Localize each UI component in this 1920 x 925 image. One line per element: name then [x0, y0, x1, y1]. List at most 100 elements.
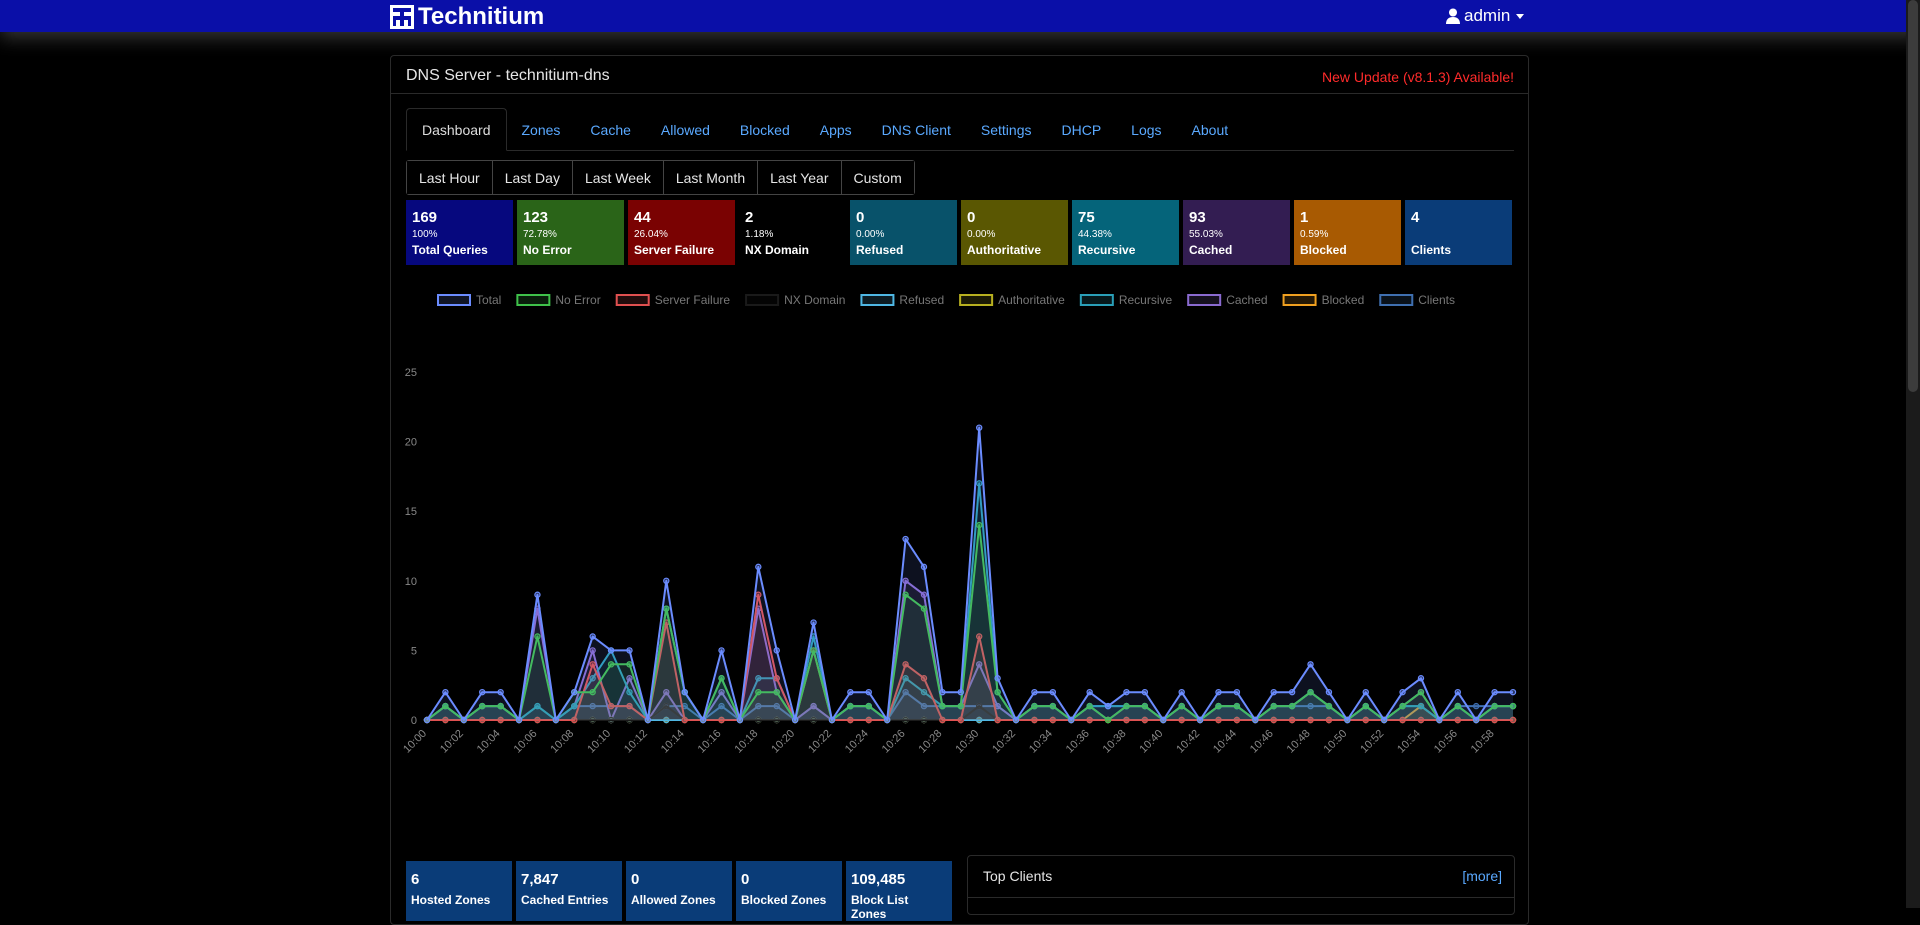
data-point[interactable]: [1325, 688, 1333, 696]
page-scrollbar[interactable]: [1906, 0, 1920, 908]
data-point[interactable]: [1123, 688, 1130, 696]
legend-item-nx-domain[interactable]: NX Domain: [745, 293, 845, 307]
legend-item-clients[interactable]: Clients: [1379, 293, 1455, 307]
data-point[interactable]: [571, 688, 578, 696]
tab-allowed[interactable]: Allowed: [646, 108, 725, 151]
data-point[interactable]: [1436, 716, 1443, 724]
tab-settings[interactable]: Settings: [966, 108, 1047, 151]
data-point[interactable]: [1491, 688, 1498, 696]
legend-item-total[interactable]: Total: [437, 293, 501, 307]
data-point[interactable]: [718, 647, 725, 654]
data-point[interactable]: [1104, 702, 1112, 710]
data-point[interactable]: [552, 716, 560, 724]
data-point[interactable]: [1344, 716, 1351, 724]
series-total: [423, 424, 1517, 724]
range-custom-button[interactable]: Custom: [841, 161, 914, 194]
data-point[interactable]: [1362, 688, 1369, 696]
data-point[interactable]: [1215, 688, 1222, 696]
zone-stat-blocked-zones: 0 Blocked Zones: [736, 861, 842, 921]
tab-cache[interactable]: Cache: [575, 108, 645, 151]
data-point[interactable]: [626, 647, 633, 654]
data-point[interactable]: [1160, 716, 1167, 724]
data-point[interactable]: [1233, 688, 1241, 696]
data-point[interactable]: [1196, 716, 1204, 724]
data-point[interactable]: [1307, 661, 1314, 668]
data-point[interactable]: [810, 619, 817, 626]
data-point[interactable]: [423, 716, 431, 724]
scrollbar-thumb[interactable]: [1908, 0, 1918, 392]
data-point[interactable]: [828, 716, 836, 724]
user-menu[interactable]: admin: [1446, 6, 1525, 26]
legend-item-recursive[interactable]: Recursive: [1079, 293, 1173, 307]
tab-dashboard[interactable]: Dashboard: [406, 108, 507, 151]
stat-percent: 26.04%: [634, 229, 668, 240]
data-point[interactable]: [497, 688, 504, 696]
data-point[interactable]: [1417, 675, 1425, 682]
dashboard-panel: DNS Server - technitium-dns New Update (…: [390, 55, 1529, 925]
data-point[interactable]: [1270, 688, 1277, 696]
data-point[interactable]: [736, 716, 744, 724]
data-point[interactable]: [1012, 716, 1020, 724]
tab-dhcp[interactable]: DHCP: [1047, 108, 1117, 151]
data-point[interactable]: [883, 716, 891, 724]
data-point[interactable]: [773, 647, 780, 654]
top-clients-more-link[interactable]: [more]: [1462, 868, 1502, 884]
legend-item-server-failure[interactable]: Server Failure: [615, 293, 731, 307]
legend-item-refused[interactable]: Refused: [860, 293, 944, 307]
tab-apps[interactable]: Apps: [805, 108, 867, 151]
legend-item-cached[interactable]: Cached: [1187, 293, 1268, 307]
data-point[interactable]: [534, 591, 541, 598]
legend-item-blocked[interactable]: Blocked: [1282, 293, 1365, 307]
data-point[interactable]: [1049, 688, 1057, 696]
data-point[interactable]: [994, 675, 1001, 682]
data-point[interactable]: [1252, 716, 1259, 724]
data-point[interactable]: [920, 563, 928, 571]
data-point[interactable]: [976, 424, 983, 431]
data-point[interactable]: [1380, 716, 1388, 724]
range-last-week-button[interactable]: Last Week: [572, 161, 664, 194]
data-point[interactable]: [479, 688, 486, 696]
brand[interactable]: Technitium: [390, 3, 544, 31]
range-last-year-button[interactable]: Last Year: [758, 161, 842, 194]
data-point[interactable]: [589, 633, 596, 640]
data-point[interactable]: [939, 688, 946, 696]
tab-logs[interactable]: Logs: [1116, 108, 1176, 151]
data-point[interactable]: [699, 716, 707, 724]
data-point[interactable]: [791, 716, 799, 724]
data-point[interactable]: [865, 688, 872, 696]
data-point[interactable]: [681, 688, 688, 696]
data-point[interactable]: [460, 716, 468, 724]
data-point[interactable]: [957, 688, 964, 696]
data-point[interactable]: [1031, 688, 1038, 696]
data-point[interactable]: [1086, 688, 1093, 696]
data-point[interactable]: [1454, 688, 1461, 696]
data-point[interactable]: [644, 716, 652, 724]
legend-item-authoritative[interactable]: Authoritative: [959, 293, 1065, 307]
tab-about[interactable]: About: [1177, 108, 1244, 151]
data-point[interactable]: [442, 688, 449, 696]
update-notice-link[interactable]: New Update (v8.1.3) Available!: [1322, 69, 1514, 85]
tab-dns-client[interactable]: DNS Client: [867, 108, 966, 151]
stat-value: 44: [634, 209, 651, 226]
data-point[interactable]: [515, 716, 523, 724]
legend-item-no-error[interactable]: No Error: [516, 293, 601, 307]
data-point[interactable]: [1472, 716, 1480, 724]
data-point[interactable]: [1399, 688, 1406, 696]
range-last-hour-button[interactable]: Last Hour: [407, 161, 493, 194]
data-point[interactable]: [755, 563, 762, 571]
data-point[interactable]: [607, 647, 615, 654]
data-point[interactable]: [1178, 688, 1185, 696]
data-point[interactable]: [847, 688, 854, 696]
data-point[interactable]: [1141, 688, 1149, 696]
data-point[interactable]: [902, 535, 909, 543]
data-point[interactable]: [663, 577, 670, 584]
tab-blocked[interactable]: Blocked: [725, 108, 805, 151]
data-point[interactable]: [1509, 688, 1517, 696]
tab-zones[interactable]: Zones: [507, 108, 576, 151]
data-point[interactable]: [1472, 702, 1480, 710]
range-last-day-button[interactable]: Last Day: [492, 161, 573, 194]
data-point[interactable]: [1068, 716, 1075, 724]
data-point[interactable]: [1288, 688, 1296, 696]
range-last-month-button[interactable]: Last Month: [663, 161, 759, 194]
zone-stat-value: 0: [631, 871, 640, 888]
